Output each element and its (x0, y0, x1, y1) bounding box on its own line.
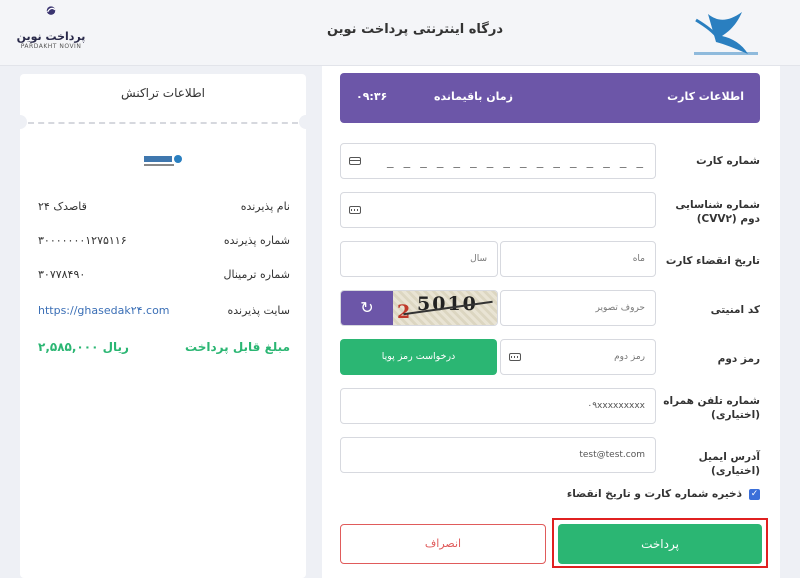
merchant-number-label: شماره پذیرنده (223, 234, 290, 247)
expiry-year-input[interactable]: سال (340, 241, 498, 277)
terminal-number-row: شماره ترمینال ۳۰۷۷۸۴۹۰ (38, 268, 290, 286)
merchant-site-link[interactable]: https://ghasedak۲۴.com (38, 304, 170, 317)
save-card-checkbox[interactable]: ✓ (749, 489, 760, 500)
transaction-title: اطلاعات تراکنش (121, 86, 205, 100)
divider (28, 122, 298, 124)
mobile-label: شماره تلفن همراه (اختیاری) (663, 395, 760, 421)
pay-button-highlight (552, 518, 768, 568)
month-placeholder: ماه (632, 254, 645, 264)
save-card-checkbox-row[interactable]: ✓ ذخیره شماره کارت و تاریخ انقضاء (500, 488, 760, 504)
mobile-value: ۰۹xxxxxxxxx (587, 401, 645, 411)
keyboard-icon[interactable] (509, 353, 521, 361)
merchant-number-row: شماره پذیرنده ۳۰۰۰۰۰۰۰۱۲۷۵۱۱۶ (38, 234, 290, 252)
captcha-box: ↻ 2 5010 (340, 290, 498, 326)
captcha-placeholder: حروف تصویر (595, 303, 646, 313)
keyboard-icon[interactable] (349, 206, 361, 214)
timer-value: ۰۹:۳۶ (356, 90, 388, 103)
captcha-image: 2 5010 (393, 291, 497, 325)
pin2-input[interactable]: رمز دوم (500, 339, 656, 375)
merchant-number-value: ۳۰۰۰۰۰۰۰۱۲۷۵۱۱۶ (38, 234, 127, 247)
merchant-site-label: سایت پذیرنده (227, 304, 291, 317)
pin2-placeholder: رمز دوم (614, 352, 645, 362)
ticket-notch-right (299, 115, 313, 129)
pin2-label: رمز دوم (717, 353, 760, 365)
pardakht-novin-logo (46, 6, 56, 15)
email-value: test@test.com (579, 450, 645, 460)
transaction-panel: اطلاعات تراکنش نام پذیرنده قاصدک ۲۴ شمار… (13, 74, 313, 578)
captcha-char-first: 2 (397, 301, 411, 323)
email-label: آدرس ایمیل (اختیاری) (698, 451, 760, 477)
card-info-banner: اطلاعات کارت زمان باقیمانده ۰۹:۳۶ (340, 73, 760, 123)
brand-name-en: PARDAKHT NOVIN (20, 43, 82, 50)
amount-value: ۲,۵۸۵,۰۰۰ ریال (38, 340, 129, 354)
cvv2-label: شماره شناسایی دوم (CVV۲) (675, 199, 760, 225)
card-number-mask: _ _ _ _ _ _ _ _ _ _ _ _ _ _ _ _ (387, 154, 646, 169)
email-input[interactable]: test@test.com (340, 437, 656, 473)
dynamic-pin-button[interactable]: درخواست رمز پویا (340, 339, 497, 375)
card-icon (349, 157, 361, 165)
captcha-label: کد امنیتی (710, 304, 760, 316)
cvv2-input[interactable] (340, 192, 656, 228)
terminal-number-label: شماره ترمینال (223, 268, 290, 281)
merchant-name-row: نام پذیرنده قاصدک ۲۴ (38, 200, 290, 218)
card-number-input[interactable]: _ _ _ _ _ _ _ _ _ _ _ _ _ _ _ _ (340, 143, 656, 179)
captcha-input[interactable]: حروف تصویر (500, 290, 656, 326)
timer-label: زمان باقیمانده (434, 90, 513, 103)
mobile-input[interactable]: ۰۹xxxxxxxxx (340, 388, 656, 424)
captcha-chars-rest: 5010 (417, 293, 478, 315)
amount-label: مبلغ قابل پرداخت (185, 340, 290, 354)
card-form-panel: اطلاعات کارت زمان باقیمانده ۰۹:۳۶ شماره … (322, 66, 780, 578)
merchant-name-label: نام پذیرنده (240, 200, 290, 213)
card-number-label: شماره کارت (696, 155, 760, 167)
page-title: درگاه اینترنتی پرداخت نوین (326, 22, 504, 37)
card-info-title: اطلاعات کارت (667, 90, 744, 103)
merchant-name-value: قاصدک ۲۴ (38, 200, 87, 213)
expiry-label: تاریخ انقضاء کارت (665, 255, 760, 267)
save-card-label: ذخیره شماره کارت و تاریخ انقضاء (566, 488, 742, 500)
refresh-icon[interactable]: ↻ (341, 291, 393, 325)
merchant-site-row: سایت پذیرنده https://ghasedak۲۴.com (38, 304, 290, 322)
expiry-month-input[interactable]: ماه (500, 241, 656, 277)
merchant-logo (142, 152, 184, 168)
header: پرداخت نوین PARDAKHT NOVIN درگاه اینترنت… (0, 0, 800, 66)
bank-logo (694, 12, 758, 55)
cancel-button[interactable]: انصراف (340, 524, 546, 564)
brand-name-fa: پرداخت نوین (16, 30, 86, 43)
ticket-notch-left (13, 115, 27, 129)
year-placeholder: سال (470, 254, 487, 264)
amount-row: مبلغ قابل پرداخت ۲,۵۸۵,۰۰۰ ریال (38, 340, 290, 358)
terminal-number-value: ۳۰۷۷۸۴۹۰ (38, 268, 86, 281)
